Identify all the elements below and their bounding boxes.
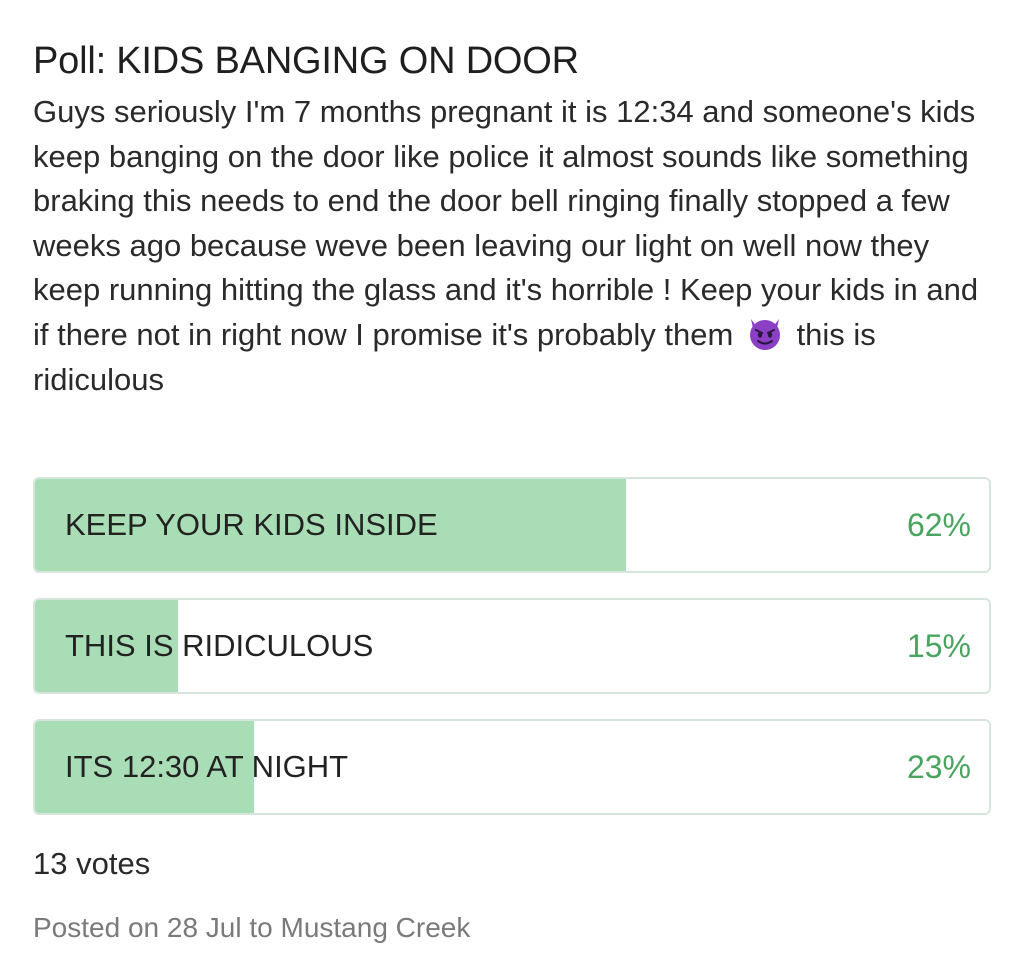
- poll-post: Poll: KIDS BANGING ON DOOR Guys seriousl…: [33, 0, 991, 943]
- poll-option-label: KEEP YOUR KIDS INSIDE: [65, 507, 438, 542]
- poll-option-percent: 23%: [906, 749, 971, 785]
- poll-option-percent: 15%: [906, 628, 971, 664]
- post-meta: Posted on 28 Jul to Mustang Creek: [33, 912, 471, 943]
- poll-option-label: THIS IS RIDICULOUS: [65, 628, 374, 663]
- poll-option[interactable]: KEEP YOUR KIDS INSIDE 62%: [33, 477, 991, 573]
- poll-options: KEEP YOUR KIDS INSIDE 62% THIS IS RIDICU…: [33, 477, 991, 840]
- poll-option[interactable]: ITS 12:30 AT NIGHT 23%: [33, 719, 991, 815]
- smiling-imp-emoji-icon: [746, 315, 784, 351]
- post-body: Guys seriously I'm 7 months pregnant it …: [33, 90, 991, 402]
- vote-count: 13 votes: [33, 846, 151, 881]
- poll-option-label: ITS 12:30 AT NIGHT: [65, 749, 349, 784]
- poll-option[interactable]: THIS IS RIDICULOUS 15%: [33, 598, 991, 694]
- post-body-text: Guys seriously I'm 7 months pregnant it …: [33, 94, 979, 352]
- poll-option-percent: 62%: [906, 507, 971, 543]
- poll-title: Poll: KIDS BANGING ON DOOR: [33, 40, 579, 82]
